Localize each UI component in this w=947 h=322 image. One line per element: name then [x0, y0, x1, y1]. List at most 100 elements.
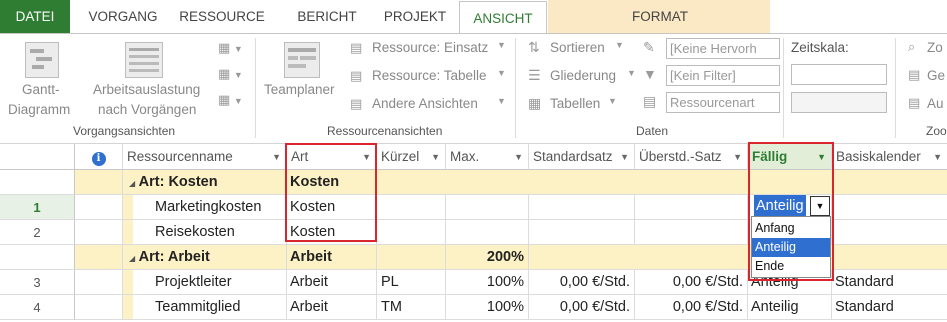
- tab-bericht[interactable]: BERICHT: [283, 0, 371, 33]
- column-header-ueberstd[interactable]: Überstd.-Satz ▼: [635, 144, 748, 170]
- column-header-name[interactable]: Ressourcenname ▼: [123, 144, 287, 170]
- indicators-header[interactable]: i: [75, 144, 123, 170]
- resource-name-cell[interactable]: Reisekosten: [123, 220, 287, 245]
- resource-name-cell[interactable]: Teammitglied: [123, 295, 287, 320]
- row-number[interactable]: 4: [0, 295, 75, 320]
- faellig-editor-value[interactable]: Anteilig: [754, 195, 806, 217]
- gantt-label-1[interactable]: Gantt-: [22, 82, 60, 97]
- basiskalender-cell[interactable]: Standard: [832, 295, 947, 320]
- tab-vorgang[interactable]: VORGANG: [78, 0, 168, 33]
- standardsatz-cell[interactable]: 0,00 €/Std.: [529, 295, 635, 320]
- highlight-select[interactable]: [Keine Hervorh: [666, 38, 780, 59]
- gliederung-button[interactable]: Gliederung: [550, 68, 616, 83]
- auslastung-label-2[interactable]: nach Vorgängen: [98, 102, 196, 117]
- other-views-icon[interactable]: ▤: [350, 96, 362, 112]
- ueberstd-cell[interactable]: 0,00 €/Std.: [635, 270, 748, 295]
- group-by-select[interactable]: Ressourcenart: [666, 92, 780, 113]
- outline-icon[interactable]: ☰: [528, 67, 541, 84]
- entire-project-icon[interactable]: ▤: [908, 67, 920, 83]
- art-cell[interactable]: Kosten: [287, 220, 377, 245]
- dropdown-option-anfang[interactable]: Anfang: [752, 219, 830, 238]
- ueberstd-cell[interactable]: [635, 220, 748, 245]
- tables-icon[interactable]: ▦: [528, 95, 541, 112]
- kuerzel-cell[interactable]: PL: [377, 270, 446, 295]
- chevron-down-icon[interactable]: ▼: [608, 96, 617, 106]
- standardsatz-cell[interactable]: [529, 195, 635, 220]
- dropdown-option-ende[interactable]: Ende: [752, 257, 830, 276]
- max-cell[interactable]: 100%: [446, 270, 529, 295]
- gantt-chart-icon[interactable]: [25, 42, 59, 78]
- max-cell[interactable]: [446, 220, 529, 245]
- chevron-down-icon[interactable]: ▼: [497, 68, 506, 78]
- column-header-kuerzel[interactable]: Kürzel ▼: [377, 144, 446, 170]
- sort-icon[interactable]: ⇅: [528, 39, 540, 56]
- row-header[interactable]: [0, 170, 75, 195]
- collapse-triangle-icon[interactable]: ◢: [129, 254, 135, 263]
- column-header-basiskalender[interactable]: Basiskalender ▼: [832, 144, 947, 170]
- standardsatz-cell[interactable]: [529, 220, 635, 245]
- tabellen-button[interactable]: Tabellen: [550, 96, 600, 111]
- calendar-view-icon[interactable]: ▦ ▼: [218, 66, 243, 82]
- column-header-max[interactable]: Max. ▼: [446, 144, 529, 170]
- group-title[interactable]: ◢ Art: Arbeit: [123, 245, 287, 270]
- chevron-down-icon[interactable]: ▼: [627, 68, 636, 78]
- chevron-down-icon[interactable]: ▼: [615, 40, 624, 50]
- team-planner-icon[interactable]: [284, 42, 320, 78]
- dropdown-arrow-icon[interactable]: ▼: [810, 196, 830, 216]
- faellig-editor[interactable]: Anteilig ▼: [754, 194, 832, 218]
- entire-project-button[interactable]: Ge: [927, 68, 945, 83]
- sortieren-button[interactable]: Sortieren: [550, 40, 605, 55]
- row-number[interactable]: 3: [0, 270, 75, 295]
- ueberstd-cell[interactable]: [635, 195, 748, 220]
- ressource-einsatz-button[interactable]: Ressource: Einsatz: [372, 40, 488, 55]
- network-view-icon[interactable]: ▦ ▼: [218, 92, 243, 108]
- tab-format[interactable]: FORMAT: [600, 0, 720, 33]
- kuerzel-cell[interactable]: [377, 220, 446, 245]
- row-number[interactable]: 2: [0, 220, 75, 245]
- column-header-standardsatz[interactable]: Standardsatz ▼: [529, 144, 635, 170]
- max-cell[interactable]: 100%: [446, 295, 529, 320]
- tab-projekt[interactable]: PROJEKT: [374, 0, 456, 33]
- ressource-tabelle-button[interactable]: Ressource: Tabelle: [372, 68, 487, 83]
- row-number[interactable]: 1: [0, 195, 75, 220]
- timescale-select[interactable]: [791, 64, 887, 85]
- row-header[interactable]: [0, 245, 75, 270]
- chevron-down-icon[interactable]: ▼: [497, 40, 506, 50]
- standardsatz-cell[interactable]: 0,00 €/Std.: [529, 270, 635, 295]
- selected-tasks-button[interactable]: Au: [927, 96, 944, 111]
- max-cell[interactable]: [446, 195, 529, 220]
- basiskalender-cell[interactable]: [832, 220, 947, 245]
- selected-tasks-icon[interactable]: ▤: [908, 95, 920, 111]
- tab-file[interactable]: DATEI: [0, 0, 70, 33]
- chevron-down-icon[interactable]: ▼: [497, 96, 506, 106]
- art-cell[interactable]: Kosten: [287, 195, 377, 220]
- kuerzel-cell[interactable]: [377, 195, 446, 220]
- group-by-icon[interactable]: ▤: [643, 93, 656, 110]
- auslastung-label-1[interactable]: Arbeitsauslastung: [93, 82, 200, 97]
- art-cell[interactable]: Arbeit: [287, 295, 377, 320]
- collapse-triangle-icon[interactable]: ◢: [129, 179, 135, 188]
- basiskalender-cell[interactable]: [832, 195, 947, 220]
- highlight-icon[interactable]: ✎: [643, 39, 655, 56]
- task-usage-icon[interactable]: [125, 42, 163, 78]
- group-title[interactable]: ◢ Art: Kosten: [123, 170, 287, 195]
- zoom-icon[interactable]: ⌕: [908, 39, 915, 55]
- filter-select[interactable]: [Kein Filter]: [666, 65, 780, 86]
- gantt-label-2[interactable]: Diagramm: [8, 102, 70, 117]
- column-header-faellig[interactable]: Fällig ▼: [748, 144, 832, 170]
- resource-name-cell[interactable]: Projektleiter: [123, 270, 287, 295]
- dropdown-option-anteilig[interactable]: Anteilig: [752, 238, 830, 257]
- resource-usage-icon[interactable]: ▤: [350, 40, 362, 56]
- kuerzel-cell[interactable]: TM: [377, 295, 446, 320]
- ueberstd-cell[interactable]: 0,00 €/Std.: [635, 295, 748, 320]
- resource-sheet-icon[interactable]: ▤: [350, 68, 362, 84]
- faellig-cell[interactable]: Anteilig: [748, 295, 832, 320]
- basiskalender-cell[interactable]: Standard: [832, 270, 947, 295]
- timescale-dates[interactable]: [791, 92, 887, 113]
- zoom-button[interactable]: Zo: [927, 40, 943, 55]
- andere-ansichten-button[interactable]: Andere Ansichten: [372, 96, 478, 111]
- view-gallery-icon[interactable]: ▦ ▼: [218, 40, 243, 56]
- tab-ressource[interactable]: RESSOURCE: [172, 0, 272, 33]
- teamplaner-label[interactable]: Teamplaner: [264, 82, 335, 97]
- art-cell[interactable]: Arbeit: [287, 270, 377, 295]
